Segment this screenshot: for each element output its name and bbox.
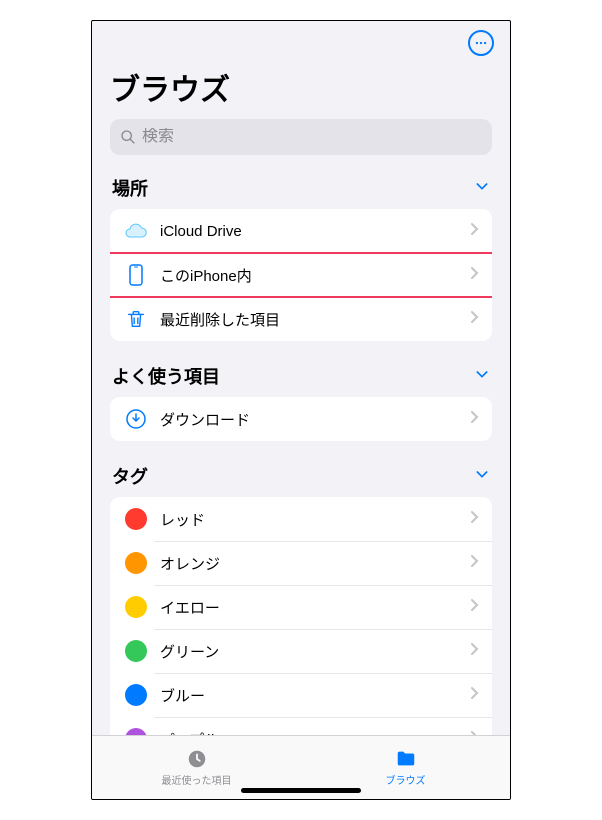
chevron-down-icon (474, 366, 490, 387)
tag-purple[interactable]: パープル (110, 717, 492, 735)
list-item-label: グリーン (160, 641, 470, 662)
locations-list: iCloud Drive このiPhone内 最近削除した項目 (110, 209, 492, 341)
search-field[interactable] (110, 119, 492, 155)
location-recently-deleted[interactable]: 最近削除した項目 (110, 297, 492, 341)
tag-dot-icon (122, 728, 150, 735)
tags-header[interactable]: タグ (110, 457, 492, 497)
chevron-right-icon (470, 410, 480, 429)
tag-dot-icon (122, 552, 150, 574)
list-item-label: 最近削除した項目 (160, 309, 470, 330)
chevron-right-icon (470, 642, 480, 661)
page-title: ブラウズ (92, 65, 510, 115)
list-item-label: レッド (160, 509, 470, 530)
locations-label: 場所 (112, 175, 148, 201)
favorites-label: よく使う項目 (112, 363, 220, 389)
chevron-right-icon (470, 510, 480, 529)
tag-dot-icon (122, 596, 150, 618)
search-input[interactable] (142, 128, 482, 146)
navigation-bar (92, 21, 510, 65)
trash-icon (122, 308, 150, 330)
list-item-label: ダウンロード (160, 409, 470, 430)
home-indicator[interactable] (241, 788, 361, 793)
list-item-label: iCloud Drive (160, 223, 470, 240)
chevron-right-icon (470, 266, 480, 285)
tag-red[interactable]: レッド (110, 497, 492, 541)
tag-dot-icon (122, 640, 150, 662)
chevron-down-icon (474, 178, 490, 199)
tag-green[interactable]: グリーン (110, 629, 492, 673)
location-on-my-iphone[interactable]: このiPhone内 (110, 253, 492, 297)
more-options-button[interactable] (468, 30, 494, 56)
chevron-right-icon (470, 598, 480, 617)
tag-yellow[interactable]: イエロー (110, 585, 492, 629)
tag-dot-icon (122, 684, 150, 706)
chevron-right-icon (470, 310, 480, 329)
tags-list: レッド オレンジ イエロー グリーン (110, 497, 492, 735)
favorite-downloads[interactable]: ダウンロード (110, 397, 492, 441)
chevron-right-icon (470, 222, 480, 241)
content-scroll[interactable]: 場所 iCloud Drive このiPhone内 (92, 169, 510, 735)
list-item-label: ブルー (160, 685, 470, 706)
tag-orange[interactable]: オレンジ (110, 541, 492, 585)
list-item-label: イエロー (160, 597, 470, 618)
download-icon (122, 407, 150, 431)
chevron-down-icon (474, 466, 490, 487)
list-item-label: パープル (160, 729, 470, 736)
favorites-list: ダウンロード (110, 397, 492, 441)
phone-frame: ブラウズ 場所 iCloud Drive (91, 20, 511, 800)
iphone-icon (122, 263, 150, 287)
ellipsis-icon (474, 36, 488, 50)
clock-icon (184, 748, 210, 770)
tag-blue[interactable]: ブルー (110, 673, 492, 717)
locations-header[interactable]: 場所 (110, 169, 492, 209)
chevron-right-icon (470, 686, 480, 705)
list-item-label: オレンジ (160, 553, 470, 574)
tags-label: タグ (112, 463, 148, 489)
chevron-right-icon (470, 554, 480, 573)
folder-icon (393, 748, 419, 770)
tab-label: 最近使った項目 (162, 772, 232, 787)
list-item-label: このiPhone内 (160, 265, 470, 286)
tag-dot-icon (122, 508, 150, 530)
icloud-icon (122, 219, 150, 243)
tab-label: ブラウズ (386, 772, 426, 787)
favorites-header[interactable]: よく使う項目 (110, 357, 492, 397)
search-icon (120, 129, 136, 145)
chevron-right-icon (470, 730, 480, 736)
location-icloud-drive[interactable]: iCloud Drive (110, 209, 492, 253)
